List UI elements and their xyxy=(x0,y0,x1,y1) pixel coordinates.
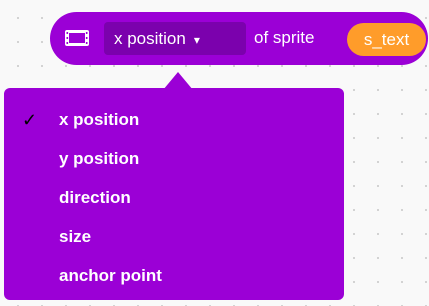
menu-item-label: anchor point xyxy=(59,265,162,285)
check-icon: ✓ xyxy=(22,110,38,130)
menu-item-label: direction xyxy=(59,187,131,207)
menu-item-label: y position xyxy=(59,148,140,168)
menu-item-direction[interactable]: direction xyxy=(4,178,344,217)
menu-item-size[interactable]: size xyxy=(4,217,344,256)
sensing-property-block[interactable]: x position ▾ of sprite s_text xyxy=(50,12,428,65)
sprite-name-reporter[interactable]: s_text xyxy=(347,23,426,56)
of-sprite-label: of sprite xyxy=(254,28,315,47)
menu-item-anchor-point[interactable]: anchor point xyxy=(4,256,344,295)
sprite-name: s_text xyxy=(363,29,410,49)
menu-item-label: size xyxy=(59,226,92,246)
menu-item-x-position[interactable]: ✓ x position xyxy=(4,100,344,139)
dropdown-arrow-icon: ▾ xyxy=(193,32,200,47)
property-dropdown-menu: ✓ x position y position direction size a… xyxy=(4,88,344,300)
property-value: x position xyxy=(114,28,186,48)
menu-item-label: x position xyxy=(59,109,140,129)
property-dropdown-field[interactable]: x position ▾ xyxy=(104,22,246,55)
menu-item-y-position[interactable]: y position xyxy=(4,139,344,178)
film-icon xyxy=(65,30,89,46)
